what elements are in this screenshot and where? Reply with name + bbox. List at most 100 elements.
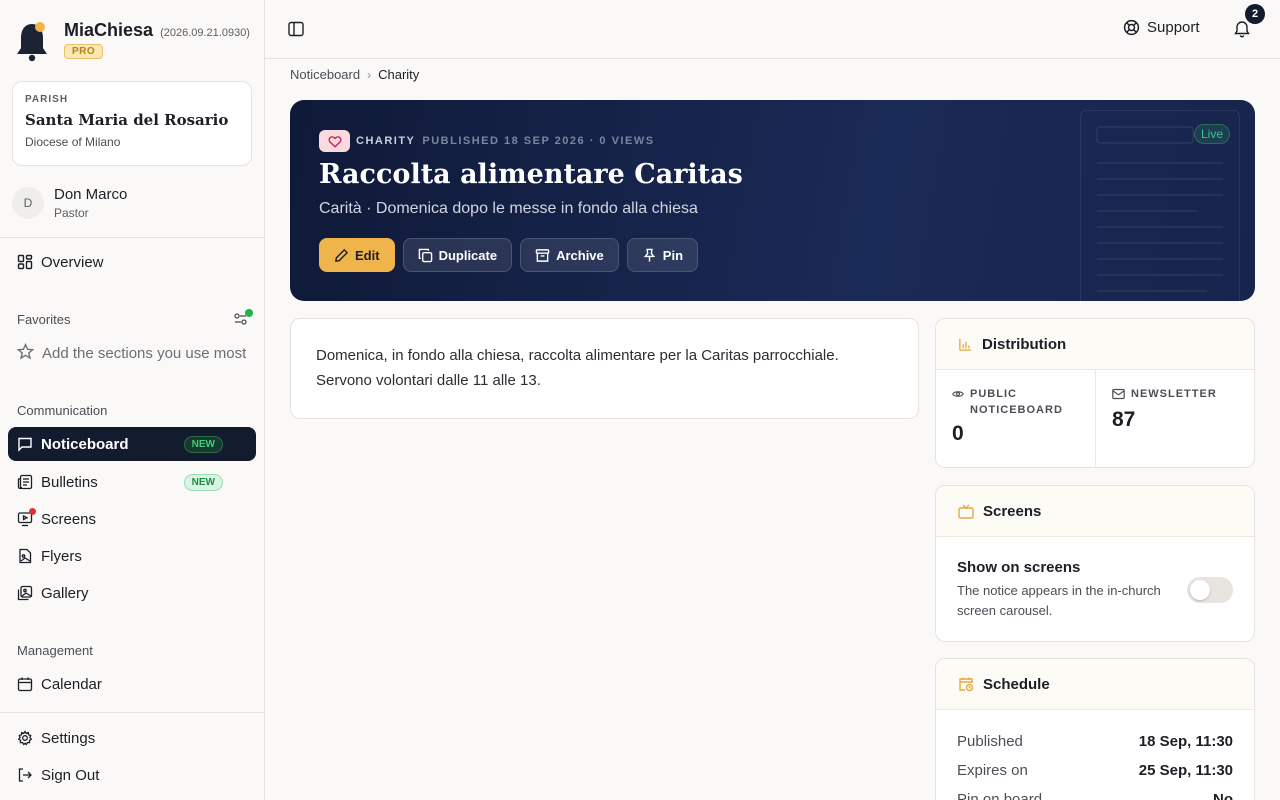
- sidebar-item-label: Calendar: [41, 675, 102, 693]
- sidebar-item-settings[interactable]: Settings: [8, 721, 256, 755]
- schedule-value: 25 Sep, 11:30: [1138, 762, 1233, 779]
- sidebar-item-calendar[interactable]: Calendar: [8, 667, 256, 701]
- breadcrumb: Noticeboard › Charity: [290, 67, 419, 82]
- favorites-hint[interactable]: Add the sections you use most: [17, 343, 249, 364]
- screens-title: Screens: [983, 502, 1042, 520]
- sidebar-item-label: Flyers: [41, 547, 82, 565]
- log-out-icon: [17, 767, 33, 783]
- sidebar-item-noticeboard[interactable]: Noticeboard NEW: [8, 427, 256, 461]
- toggle-knob: [1190, 580, 1210, 600]
- duplicate-button[interactable]: Duplicate: [402, 238, 513, 272]
- user-profile[interactable]: D Don Marco Pastor: [12, 186, 127, 220]
- topbar: Support 2: [265, 0, 1280, 59]
- public-noticeboard-label: PUBLIC NOTICEBOARD: [970, 388, 1063, 416]
- sidebar-item-gallery[interactable]: Gallery: [8, 576, 256, 610]
- sidebar-item-label: Screens: [41, 510, 97, 528]
- user-name: Don Marco: [54, 186, 128, 203]
- sidebar-toggle-icon[interactable]: [287, 20, 305, 38]
- pin-icon: [643, 248, 656, 262]
- bell-logo-icon: [17, 22, 47, 62]
- favorites-hint-text: Add the sections you use most: [42, 345, 247, 362]
- pin-button-label: Pin: [662, 247, 684, 263]
- screens-header: Screens: [936, 486, 1254, 537]
- breadcrumb-current: Charity: [378, 67, 420, 82]
- chevron-right-icon: ›: [367, 67, 372, 82]
- grid-icon: [17, 254, 33, 270]
- schedule-header: Schedule: [936, 659, 1254, 710]
- show-on-screens-description: The notice appears in the in-church scre…: [957, 583, 1161, 618]
- sidebar-divider: [0, 712, 265, 713]
- duplicate-button-label: Duplicate: [438, 247, 498, 263]
- schedule-key: Published: [957, 733, 1023, 750]
- brand-version: (2026.09.21.0930): [160, 27, 250, 39]
- gear-icon: [17, 730, 33, 746]
- sidebar-item-screens[interactable]: Screens: [8, 502, 256, 536]
- newspaper-icon: [17, 474, 33, 490]
- monitor-play-icon: [17, 508, 36, 527]
- show-on-screens-toggle[interactable]: [1187, 577, 1233, 603]
- archive-button[interactable]: Archive: [520, 238, 619, 272]
- new-badge: NEW: [183, 473, 223, 491]
- sidebar-item-label: Sign Out: [41, 766, 100, 784]
- eye-icon: [952, 391, 964, 397]
- support-button[interactable]: Support: [1123, 19, 1200, 36]
- breadcrumb-link-noticeboard[interactable]: Noticeboard: [290, 67, 360, 82]
- schedule-value: No: [1213, 791, 1233, 800]
- bar-chart-icon: [959, 338, 972, 351]
- parish-name: Santa Maria del Rosario: [25, 111, 229, 129]
- distribution-card: Distribution PUBLIC NOTICEBOARD 0 NEWSLE…: [935, 318, 1255, 468]
- schedule-value: 18 Sep, 11:30: [1138, 733, 1233, 750]
- public-noticeboard-value: 0: [952, 422, 964, 445]
- notice-title: Raccolta alimentare Caritas: [319, 159, 743, 190]
- notice-hero: Live CHARITY PUBLISHED 18 SEP 2026 · 0 V…: [290, 100, 1255, 301]
- brand-name: MiaChiesa (2026.09.21.0930): [64, 20, 250, 40]
- sidebar-item-label: Noticeboard: [41, 435, 129, 453]
- sidebar-item-overview[interactable]: Overview: [8, 245, 256, 279]
- notice-actions: Edit Duplicate Archive Pin: [319, 238, 706, 272]
- sidebar-item-flyers[interactable]: Flyers: [8, 539, 256, 573]
- schedule-title: Schedule: [983, 675, 1050, 693]
- distribution-title: Distribution: [982, 335, 1067, 353]
- parish-card[interactable]: PARISH Santa Maria del Rosario Diocese o…: [12, 81, 252, 166]
- pin-button[interactable]: Pin: [626, 238, 699, 272]
- calendar-icon: [17, 676, 33, 692]
- new-badge: NEW: [183, 435, 223, 453]
- sidebar-divider: [0, 237, 265, 238]
- sidebar-item-bulletins[interactable]: Bulletins NEW: [8, 465, 256, 499]
- sidebar-item-sign-out[interactable]: Sign Out: [8, 758, 256, 792]
- avatar: D: [12, 187, 44, 219]
- mail-icon: [1112, 388, 1125, 400]
- schedule-key: Expires on: [957, 762, 1028, 779]
- support-label: Support: [1147, 19, 1200, 36]
- sidebar-item-label: Bulletins: [41, 473, 98, 491]
- notifications-count-badge: 2: [1245, 4, 1265, 24]
- parish-label: PARISH: [25, 94, 69, 105]
- management-label: Management: [17, 643, 93, 658]
- favorites-label: Favorites: [17, 312, 71, 327]
- user-role: Pastor: [54, 206, 89, 220]
- calendar-clock-icon: [959, 677, 974, 692]
- show-on-screens-title: Show on screens: [957, 559, 1081, 576]
- live-status-badge: Live: [1194, 124, 1231, 144]
- edit-button[interactable]: Edit: [319, 238, 395, 272]
- distribution-header: Distribution: [936, 319, 1254, 370]
- life-buoy-icon: [1123, 19, 1140, 36]
- sidebar: MiaChiesa (2026.09.21.0930) PRO PARISH S…: [0, 0, 265, 800]
- schedule-row: Expires on 25 Sep, 11:30: [936, 756, 1254, 785]
- notice-published-meta: PUBLISHED 18 SEP 2026 · 0 VIEWS: [422, 135, 655, 147]
- file-image-icon: [17, 548, 33, 564]
- schedule-card: Schedule Published 18 Sep, 11:30 Expires …: [935, 658, 1255, 800]
- newsletter-label: NEWSLETTER: [1131, 388, 1217, 400]
- status-dot: [245, 309, 253, 317]
- notice-body-text: Domenica, in fondo alla chiesa, raccolta…: [316, 347, 839, 389]
- notice-category: CHARITY: [356, 135, 416, 147]
- notification-dot: [29, 508, 36, 515]
- sidebar-item-label: Gallery: [41, 584, 89, 602]
- brand[interactable]: MiaChiesa (2026.09.21.0930) PRO: [14, 18, 250, 62]
- tv-icon: [958, 504, 974, 519]
- favorites-settings-icon[interactable]: [233, 309, 253, 332]
- public-noticeboard-stat: PUBLIC NOTICEBOARD 0: [936, 370, 1095, 467]
- schedule-row: Published 18 Sep, 11:30: [936, 727, 1254, 756]
- notice-body-card: Domenica, in fondo alla chiesa, raccolta…: [290, 318, 919, 419]
- plan-badge: PRO: [64, 44, 104, 59]
